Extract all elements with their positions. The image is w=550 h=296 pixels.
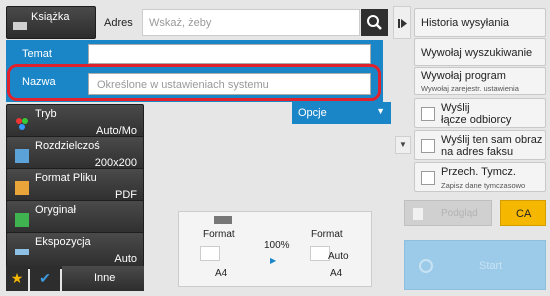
- ca-label: CA: [516, 208, 532, 220]
- file-format-icon: [15, 181, 29, 195]
- file-format-label: Format Pliku: [35, 172, 97, 184]
- send-recipient-line1: Wyślij: [441, 102, 470, 114]
- search-icon: [367, 15, 382, 30]
- other-button[interactable]: Inne: [62, 266, 144, 291]
- send-recipient-link-button[interactable]: Wyślij łącze odbiorcy: [414, 98, 546, 128]
- format-left-label: Format: [203, 229, 235, 240]
- page-right-icon: [310, 246, 330, 261]
- options-label: Opcje: [298, 107, 327, 119]
- send-fax-button[interactable]: Wyślij ten sam obraz na adres faksu: [414, 130, 546, 160]
- send-fax-line2: na adres faksu: [441, 146, 514, 158]
- other-label: Inne: [94, 272, 116, 284]
- book-icon: [13, 22, 27, 30]
- play-right-icon: [398, 19, 407, 28]
- format-right-value: Auto: [328, 251, 349, 262]
- mode-label: Tryb: [35, 108, 57, 120]
- exposure-icon: [15, 249, 29, 255]
- scroll-down-button[interactable]: ▼: [395, 136, 411, 154]
- send-fax-line1: Wyślij ten sam obraz: [441, 134, 543, 146]
- options-tab[interactable]: Opcje ▼: [292, 102, 391, 124]
- preview-label: Podgląd: [441, 208, 478, 219]
- start-label: Start: [479, 260, 503, 272]
- format-left-size: A4: [215, 268, 228, 279]
- resolution-icon: [15, 149, 29, 163]
- address-book-label: Książka: [31, 11, 70, 23]
- resolution-label: Rozdzielczoś: [35, 140, 100, 152]
- send-recipient-checkbox[interactable]: [421, 107, 435, 121]
- preview-button[interactable]: Podgląd: [404, 200, 492, 226]
- recall-program-label: Wywołaj program: [421, 70, 506, 82]
- check-button[interactable]: ✔: [30, 266, 60, 291]
- name-highlight-frame: [7, 64, 381, 101]
- temp-save-label: Przech. Tymcz.: [441, 166, 516, 178]
- zoom-value: 100%: [264, 240, 290, 251]
- scanner-icon: [214, 216, 232, 224]
- favorite-button[interactable]: ★: [6, 266, 28, 291]
- preview-doc-icon: [413, 208, 423, 220]
- address-label: Adres: [104, 17, 133, 29]
- original-label: Oryginał: [35, 204, 76, 216]
- temp-save-sub: Zapisz dane tymczasowo: [441, 181, 526, 190]
- history-button[interactable]: Historia wysyłania: [414, 8, 546, 37]
- recall-program-button[interactable]: Wywołaj program Wywołaj zarejestr. ustaw…: [414, 67, 546, 95]
- ca-button[interactable]: CA: [500, 200, 546, 226]
- star-icon: ★: [10, 270, 24, 286]
- color-mode-icon: [15, 117, 29, 131]
- recall-program-sub: Wywołaj zarejestr. ustawienia: [421, 84, 519, 93]
- subject-label: Temat: [22, 48, 52, 60]
- address-input[interactable]: Wskaż, żeby: [142, 9, 360, 36]
- chevron-down-icon: ▼: [376, 106, 385, 116]
- check-icon: ✔: [39, 270, 51, 286]
- send-recipient-line2: łącze odbiorcy: [441, 114, 512, 126]
- exposure-label: Ekspozycja: [35, 236, 91, 248]
- chevron-down-icon: ▼: [399, 140, 407, 149]
- start-button[interactable]: Start: [404, 240, 546, 290]
- subject-input[interactable]: [88, 44, 371, 64]
- send-fax-checkbox[interactable]: [421, 139, 435, 153]
- exposure-button[interactable]: Ekspozycja Auto: [6, 232, 144, 269]
- format-right-label: Format: [311, 229, 343, 240]
- exposure-value: Auto: [114, 253, 137, 265]
- recall-search-button[interactable]: Wywołaj wyszukiwanie: [414, 38, 546, 66]
- original-icon: [15, 213, 29, 227]
- address-placeholder: Wskaż, żeby: [149, 17, 212, 29]
- recall-search-label: Wywołaj wyszukiwanie: [421, 47, 533, 59]
- temp-save-button[interactable]: Przech. Tymcz. Zapisz dane tymczasowo: [414, 162, 546, 192]
- start-icon: [419, 259, 433, 273]
- arrow-right-icon: ▶: [270, 256, 277, 265]
- address-book-button[interactable]: Książka: [6, 6, 96, 39]
- page-left-icon: [200, 246, 220, 261]
- search-button[interactable]: [361, 9, 388, 36]
- panel-toggle-button[interactable]: [393, 6, 411, 39]
- format-right-size: A4: [330, 268, 343, 279]
- temp-save-checkbox[interactable]: [421, 171, 435, 185]
- history-label: Historia wysyłania: [421, 17, 510, 29]
